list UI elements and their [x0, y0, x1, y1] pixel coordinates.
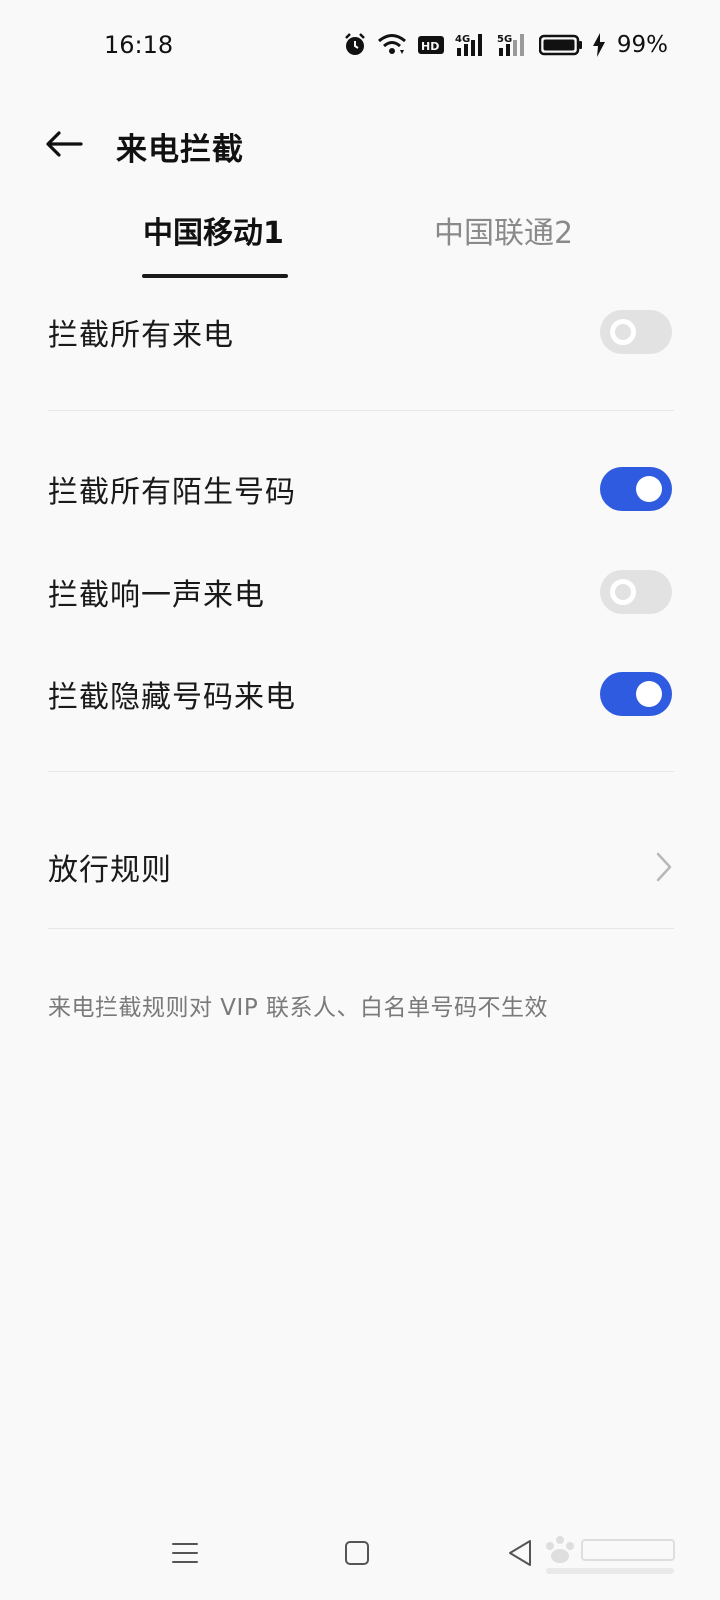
allow-rules-label: 放行规则: [48, 853, 172, 888]
setting-label: 拦截响一声来电: [48, 578, 265, 613]
chevron-right-icon: [654, 851, 674, 883]
status-icons: HD 4G 5G 99%: [343, 30, 668, 60]
sim-tabs: 中国移动1 中国联通2: [0, 208, 720, 278]
divider: [48, 771, 674, 772]
setting-label: 拦截所有来电: [48, 318, 234, 353]
divider: [48, 928, 674, 929]
toggle-knob: [610, 319, 636, 345]
wifi-icon: [377, 33, 407, 57]
block-hidden-numbers-toggle[interactable]: [600, 672, 672, 716]
tab-indicator: [142, 274, 288, 278]
toggle-knob: [636, 476, 662, 502]
block-unknown-numbers-toggle[interactable]: [600, 467, 672, 511]
home-button[interactable]: [327, 1530, 387, 1580]
recent-apps-button[interactable]: [155, 1530, 215, 1580]
watermark-logo: [540, 1532, 680, 1580]
svg-text:HD: HD: [421, 40, 439, 53]
home-icon: [344, 1540, 370, 1570]
svg-text:4G: 4G: [455, 34, 470, 45]
battery-percent: 99%: [616, 32, 668, 58]
toggle-knob: [636, 681, 662, 707]
alarm-icon: [343, 32, 367, 58]
status-time: 16:18: [104, 31, 174, 59]
setting-block-one-ring-calls[interactable]: 拦截响一声来电: [0, 552, 720, 632]
block-all-calls-toggle[interactable]: [600, 310, 672, 354]
setting-block-unknown-numbers[interactable]: 拦截所有陌生号码: [0, 449, 720, 529]
signal-4g-icon: 4G: [455, 32, 487, 58]
toggle-knob: [610, 579, 636, 605]
setting-block-all-calls[interactable]: 拦截所有来电: [0, 292, 720, 372]
tab-sim2[interactable]: 中国联通2: [434, 208, 573, 278]
status-bar: 16:18 HD 4G 5G 99%: [0, 0, 720, 92]
block-one-ring-calls-toggle[interactable]: [600, 570, 672, 614]
menu-icon: [172, 1541, 198, 1569]
signal-5g-icon: 5G: [497, 32, 529, 58]
back-arrow-icon: [45, 130, 83, 162]
page-title: 来电拦截: [116, 132, 244, 168]
setting-label: 拦截所有陌生号码: [48, 475, 296, 510]
footnote: 来电拦截规则对 VIP 联系人、白名单号码不生效: [48, 995, 549, 1021]
setting-label: 拦截隐藏号码来电: [48, 680, 296, 715]
setting-block-hidden-numbers[interactable]: 拦截隐藏号码来电: [0, 654, 720, 734]
divider: [48, 410, 674, 411]
app-header: 来电拦截: [0, 100, 720, 192]
charging-icon: [592, 33, 605, 57]
svg-text:5G: 5G: [497, 34, 512, 45]
hd-icon: HD: [417, 34, 445, 56]
back-triangle-icon: [507, 1539, 533, 1571]
back-button[interactable]: [40, 126, 88, 166]
tab-sim1[interactable]: 中国移动1: [143, 208, 284, 278]
battery-icon: [538, 34, 583, 56]
allow-rules-item[interactable]: 放行规则: [0, 827, 720, 907]
